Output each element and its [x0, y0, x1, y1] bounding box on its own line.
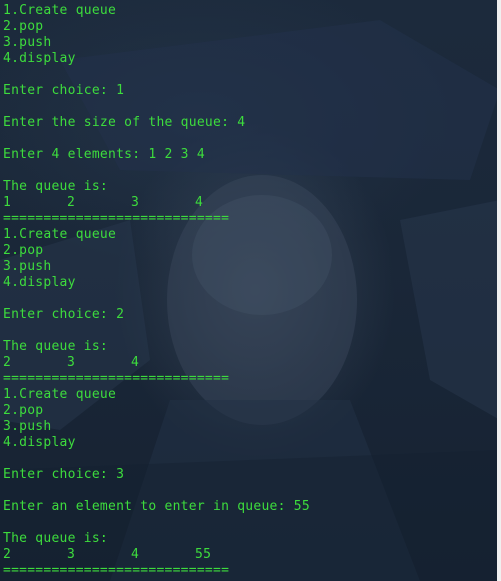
- terminal-window[interactable]: 1.Create queue 2.pop 3.push 4.display En…: [0, 0, 501, 581]
- queue-value: 4: [131, 547, 140, 562]
- terminal-line: 3.push: [3, 35, 52, 50]
- queue-values-row: 2 3 4 55: [3, 547, 310, 563]
- terminal-line: Enter 4 elements: 1 2 3 4: [3, 147, 205, 162]
- queue-value: 4: [131, 355, 140, 370]
- terminal-line: 4.display: [3, 51, 76, 66]
- terminal-output: 1.Create queue 2.pop 3.push 4.display En…: [3, 3, 310, 579]
- terminal-line: Enter choice: 1: [3, 83, 125, 98]
- terminal-line: 4.display: [3, 435, 76, 450]
- queue-value: 4: [195, 195, 204, 210]
- queue-value: 3: [131, 195, 140, 210]
- queue-values-row: 1 2 3 4: [3, 195, 310, 211]
- queue-values-row: 2 3 4: [3, 355, 310, 371]
- terminal-line: 3.push: [3, 419, 52, 434]
- terminal-line: Enter choice: 3: [3, 467, 125, 482]
- queue-value: 2: [3, 355, 12, 370]
- queue-value: 2: [67, 195, 76, 210]
- terminal-line: The queue is:: [3, 531, 108, 546]
- scrollbar-thumb[interactable]: [497, 0, 501, 581]
- terminal-line: Enter the size of the queue: 4: [3, 115, 246, 130]
- queue-value: 1: [3, 195, 12, 210]
- terminal-line: The queue is:: [3, 179, 108, 194]
- queue-value: 2: [3, 547, 12, 562]
- terminal-line: Enter choice: 2: [3, 307, 125, 322]
- queue-value: 3: [67, 355, 76, 370]
- terminal-line: 1.Create queue: [3, 3, 117, 18]
- queue-value: 55: [195, 547, 212, 562]
- terminal-line: The queue is:: [3, 339, 108, 354]
- terminal-line: 2.pop: [3, 19, 44, 34]
- terminal-line: 4.display: [3, 275, 76, 290]
- terminal-line: Enter an element to enter in queue: 55: [3, 499, 310, 514]
- vertical-scrollbar[interactable]: [497, 0, 501, 581]
- queue-value: 3: [67, 547, 76, 562]
